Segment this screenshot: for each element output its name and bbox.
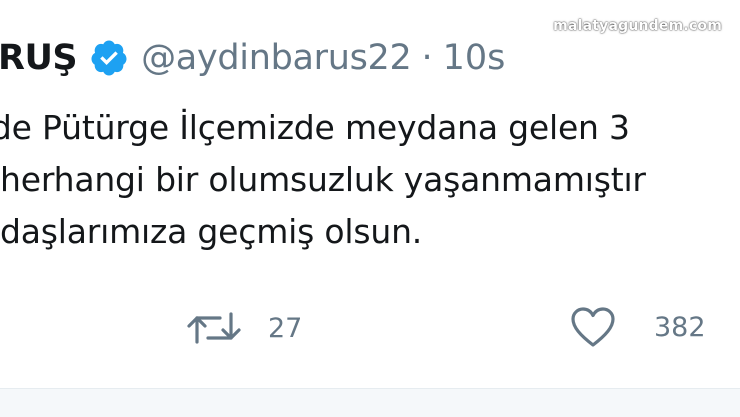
tweet-timestamp[interactable]: 10s [443, 38, 506, 78]
retweet-button[interactable]: 27 [186, 308, 302, 348]
tweet-text-line: herhangi bir olumsuzluk yaşanmamıştır [0, 160, 646, 199]
user-handle[interactable]: @aydinbarus22 [141, 38, 412, 78]
retweet-count: 27 [268, 312, 303, 344]
verified-badge-icon [89, 38, 129, 78]
tweet-text: 'de Pütürge İlçemizde meydana gelen 3 he… [0, 102, 740, 258]
heart-icon [570, 306, 616, 348]
tweet-actions: 27 382 [0, 300, 740, 360]
like-button[interactable]: 382 [570, 306, 706, 348]
tweet-text-line: 'de Pütürge İlçemizde meydana gelen 3 [0, 108, 630, 147]
like-count: 382 [654, 311, 706, 343]
retweet-icon [186, 308, 242, 348]
header-separator: · [421, 38, 433, 78]
tweet-card: malatyagundem.com RUŞ @aydinbarus22 · 10… [0, 0, 740, 417]
tweet-header: RUŞ @aydinbarus22 · 10s [0, 28, 505, 88]
tweet-text-line: daşlarımıza geçmiş olsun. [0, 212, 423, 251]
bottom-strip [0, 389, 740, 417]
site-watermark: malatyagundem.com [553, 18, 722, 34]
display-name[interactable]: RUŞ [0, 38, 78, 78]
